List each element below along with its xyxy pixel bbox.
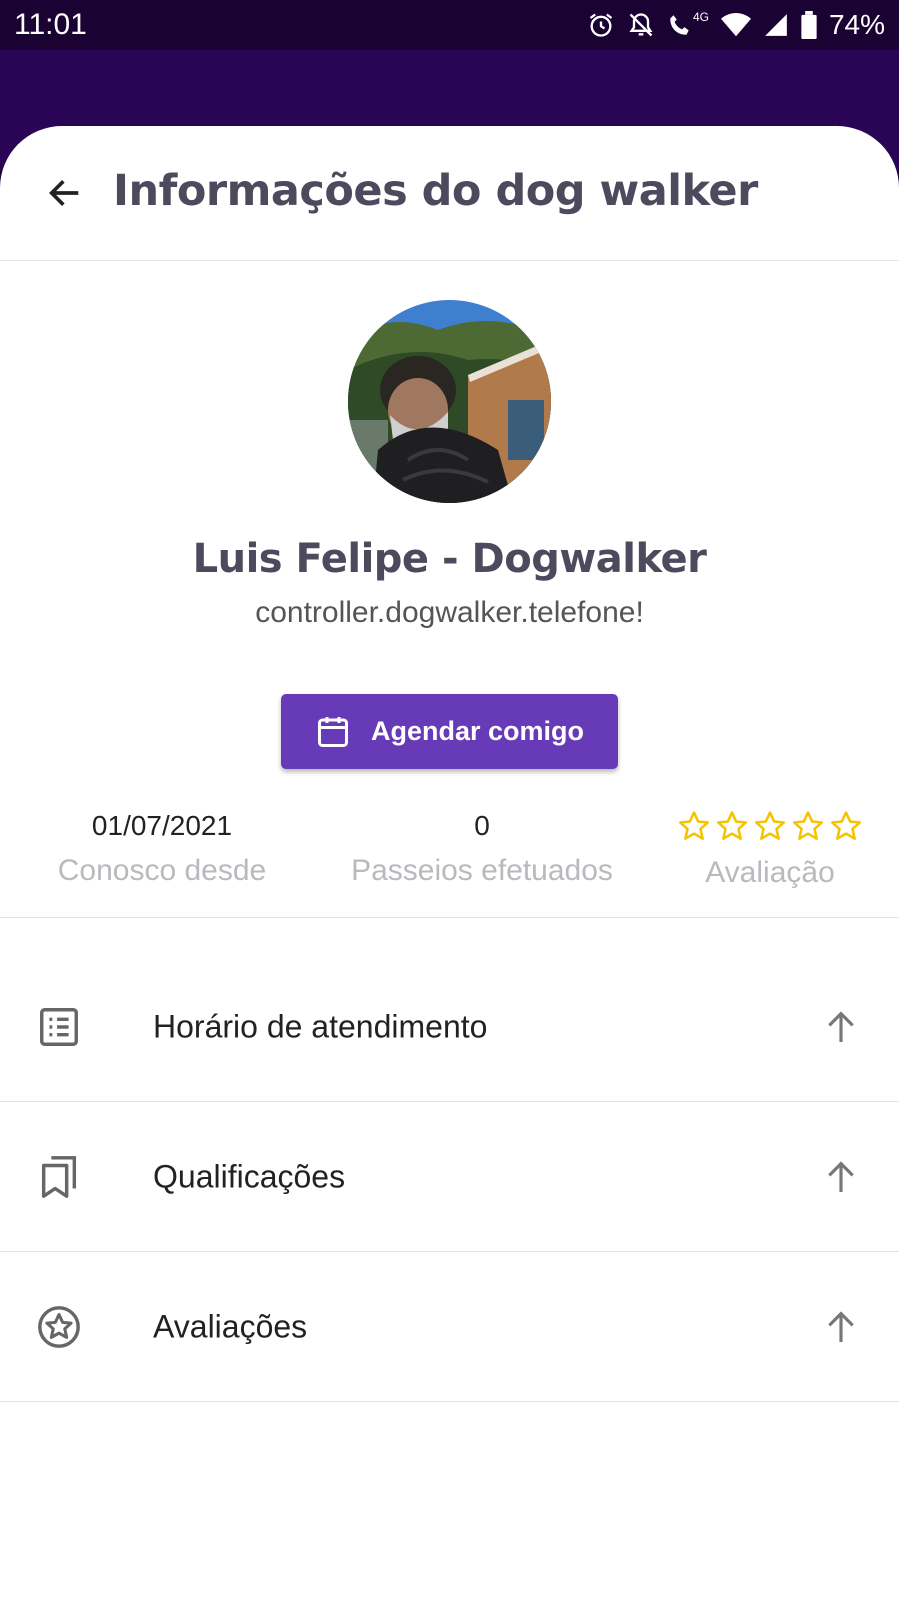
menu-item-label: Qualificações [153,1158,346,1194]
menu-item-label: Horário de atendimento [153,1008,488,1044]
alarm-icon [587,11,615,39]
walks-label: Passeios efetuados [351,854,613,887]
signal-icon [763,12,789,38]
stat-since: 01/07/2021 Conosco desde [40,806,284,888]
status-icons: 4G 74% [587,9,885,41]
menu-item-reviews[interactable]: Avaliações [0,1252,899,1402]
star-outline-icon [716,811,748,840]
walker-phone: controller.dogwalker.telefone! [255,596,644,629]
bookmarks-icon [41,1155,77,1198]
star-outline-icon [792,811,824,840]
page-header: Informações do dog walker [0,126,899,261]
wifi-call-icon: 4G [667,11,709,39]
walks-value: 0 [474,810,490,841]
since-label: Conosco desde [57,854,267,887]
wifi-icon [720,12,751,38]
status-time: 11:01 [14,8,87,41]
arrow-up-icon [828,1310,854,1342]
star-circle-icon [38,1305,80,1348]
battery-icon [801,11,817,39]
arrow-up-icon [828,1160,854,1192]
calendar-icon [317,716,348,747]
network-type: 4G [692,10,709,24]
menu-item-qualifications[interactable]: Qualificações [0,1102,899,1252]
rating-stars [672,806,868,846]
arrow-up-icon [828,1010,854,1042]
stats-row: 01/07/2021 Conosco desde 0 Passeios efet… [0,806,899,918]
page-title: Informações do dog walker [113,166,758,216]
notifications-off-icon [627,11,655,39]
schedule-button[interactable]: Agendar comigo [281,694,618,769]
star-outline-icon [830,811,862,840]
menu-item-schedule-hours[interactable]: Horário de atendimento [0,952,899,1102]
schedule-button-label: Agendar comigo [370,716,585,746]
status-bar: 11:01 4G 74% [0,0,899,50]
profile-sheet: Informações do dog walker Luis Felipe - … [0,126,899,1599]
battery-level: 74% [828,9,885,40]
back-button[interactable] [40,168,90,218]
star-outline-icon [678,811,710,840]
stat-walks: 0 Passeios efetuados [334,806,630,888]
stat-rating: Avaliação [672,806,868,890]
since-value: 01/07/2021 [91,810,233,841]
list-icon [40,1007,78,1046]
walker-name: Luis Felipe - Dogwalker [192,536,707,582]
menu-item-label: Avaliações [153,1308,308,1344]
rating-label: Avaliação [705,856,835,889]
star-outline-icon [754,811,786,840]
arrow-left-icon [49,180,79,206]
avatar [348,300,551,503]
